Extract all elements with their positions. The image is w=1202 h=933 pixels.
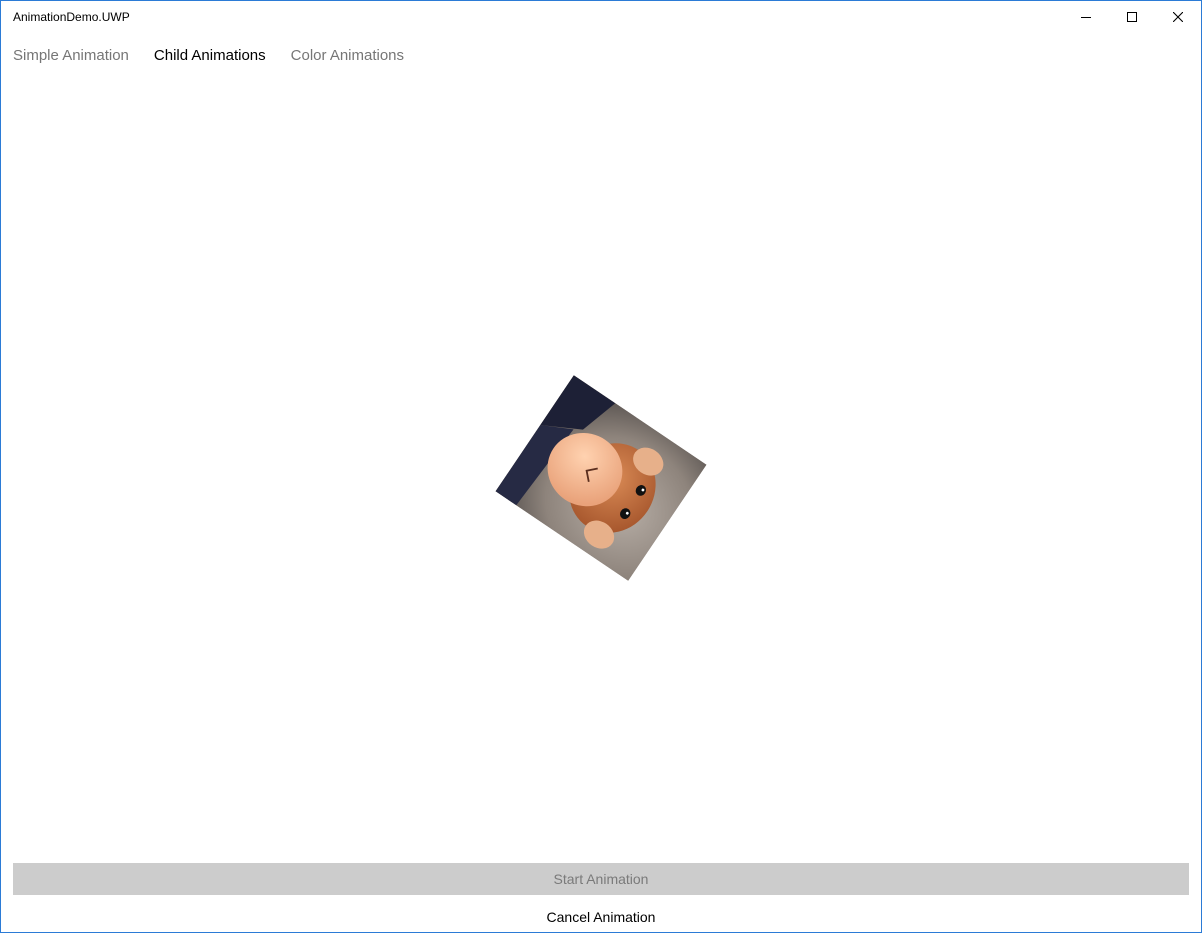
minimize-button[interactable] xyxy=(1063,1,1109,33)
animation-canvas xyxy=(1,81,1201,851)
monkey-photo xyxy=(495,375,707,581)
pivot-tabs: Simple Animation Child Animations Color … xyxy=(13,47,429,69)
maximize-button[interactable] xyxy=(1109,1,1155,33)
title-bar[interactable]: AnimationDemo.UWP xyxy=(1,1,1201,33)
maximize-icon xyxy=(1127,12,1137,22)
cancel-animation-button[interactable]: Cancel Animation xyxy=(13,901,1189,933)
app-window: AnimationDemo.UWP Simple Animation Child… xyxy=(0,0,1202,933)
tab-child-animations[interactable]: Child Animations xyxy=(154,47,266,69)
close-button[interactable] xyxy=(1155,1,1201,33)
minimize-icon xyxy=(1081,17,1091,18)
close-icon xyxy=(1173,12,1183,22)
tab-color-animations[interactable]: Color Animations xyxy=(291,47,404,69)
start-animation-button[interactable]: Start Animation xyxy=(13,863,1189,895)
tab-simple-animation[interactable]: Simple Animation xyxy=(13,47,129,69)
monkey-image xyxy=(495,375,707,581)
window-title: AnimationDemo.UWP xyxy=(13,10,130,24)
